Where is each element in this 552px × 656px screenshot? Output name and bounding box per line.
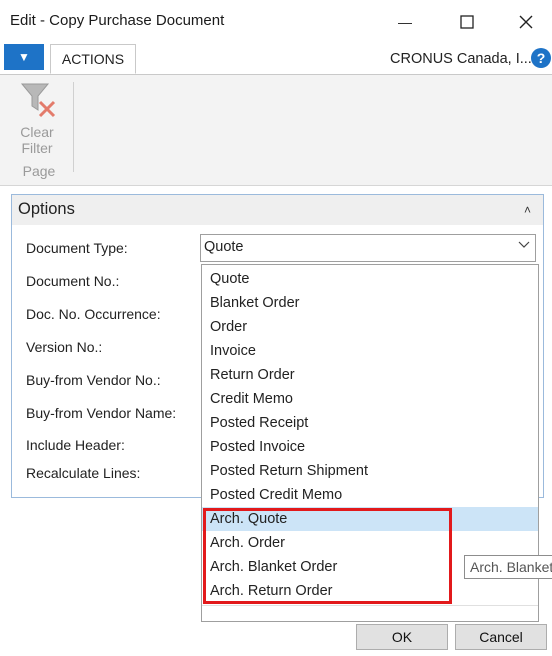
ok-button[interactable]: OK <box>356 624 448 650</box>
company-name[interactable]: CRONUS Canada, I... <box>390 51 532 67</box>
dropdown-option[interactable]: Invoice <box>202 339 538 363</box>
ribbon <box>0 75 552 186</box>
doc-no-occurrence-label: Doc. No. Occurrence: <box>26 306 161 322</box>
document-type-label: Document Type: <box>26 240 128 256</box>
dropdown-option[interactable]: Blanket Order <box>202 291 538 315</box>
dropdown-option[interactable]: Posted Receipt <box>202 411 538 435</box>
document-no-label: Document No.: <box>26 273 120 289</box>
window-title: Edit - Copy Purchase Document <box>10 12 225 29</box>
dropdown-option[interactable]: Quote <box>202 267 538 291</box>
ribbon-divider <box>73 82 74 172</box>
help-icon[interactable]: ? <box>531 48 551 68</box>
dropdown-separator <box>202 605 538 606</box>
clear-filter-button-label[interactable]: Clear Filter <box>14 124 60 156</box>
close-button[interactable] <box>503 0 549 44</box>
dropdown-option[interactable]: Posted Credit Memo <box>202 483 538 507</box>
dropdown-option[interactable]: Credit Memo <box>202 387 538 411</box>
dropdown-option[interactable]: Arch. Return Order <box>202 579 538 603</box>
document-type-select[interactable] <box>200 234 536 262</box>
dropdown-option[interactable]: Arch. Order <box>202 531 538 555</box>
clear-filter-label-line2: Filter <box>21 140 53 156</box>
dropdown-option[interactable]: Order <box>202 315 538 339</box>
recalculate-lines-label: Recalculate Lines: <box>26 465 141 481</box>
version-no-label: Version No.: <box>26 339 103 355</box>
include-header-label: Include Header: <box>26 437 125 453</box>
chevron-down-icon[interactable] <box>518 238 530 253</box>
tooltip: Arch. Blanket Order <box>464 555 552 579</box>
buy-from-vendor-name-label: Buy-from Vendor Name: <box>26 405 177 421</box>
document-type-value: Quote <box>204 239 244 255</box>
chevron-down-icon: ▼ <box>18 50 30 64</box>
minimize-button[interactable]: — <box>382 0 428 44</box>
tab-actions[interactable]: ACTIONS <box>50 44 136 74</box>
dropdown-option[interactable]: Posted Invoice <box>202 435 538 459</box>
collapse-icon[interactable]: ˄ <box>524 203 531 217</box>
maximize-button[interactable] <box>444 0 490 44</box>
buy-from-vendor-no-label: Buy-from Vendor No.: <box>26 372 161 388</box>
dropdown-option[interactable]: Posted Return Shipment <box>202 459 538 483</box>
ribbon-group-label: Page <box>22 163 56 179</box>
maximize-icon <box>460 15 474 29</box>
options-header[interactable] <box>12 195 543 225</box>
options-title: Options <box>18 200 75 218</box>
cancel-button[interactable]: Cancel <box>455 624 547 650</box>
clear-filter-label-line1: Clear <box>20 124 54 140</box>
dropdown-option[interactable]: Return Order <box>202 363 538 387</box>
filter-clear-icon[interactable] <box>18 80 62 124</box>
close-icon <box>519 15 533 29</box>
minimize-icon: — <box>398 14 412 30</box>
dropdown-option-selected[interactable]: Arch. Quote <box>202 507 538 531</box>
app-menu-button[interactable]: ▼ <box>4 44 44 70</box>
